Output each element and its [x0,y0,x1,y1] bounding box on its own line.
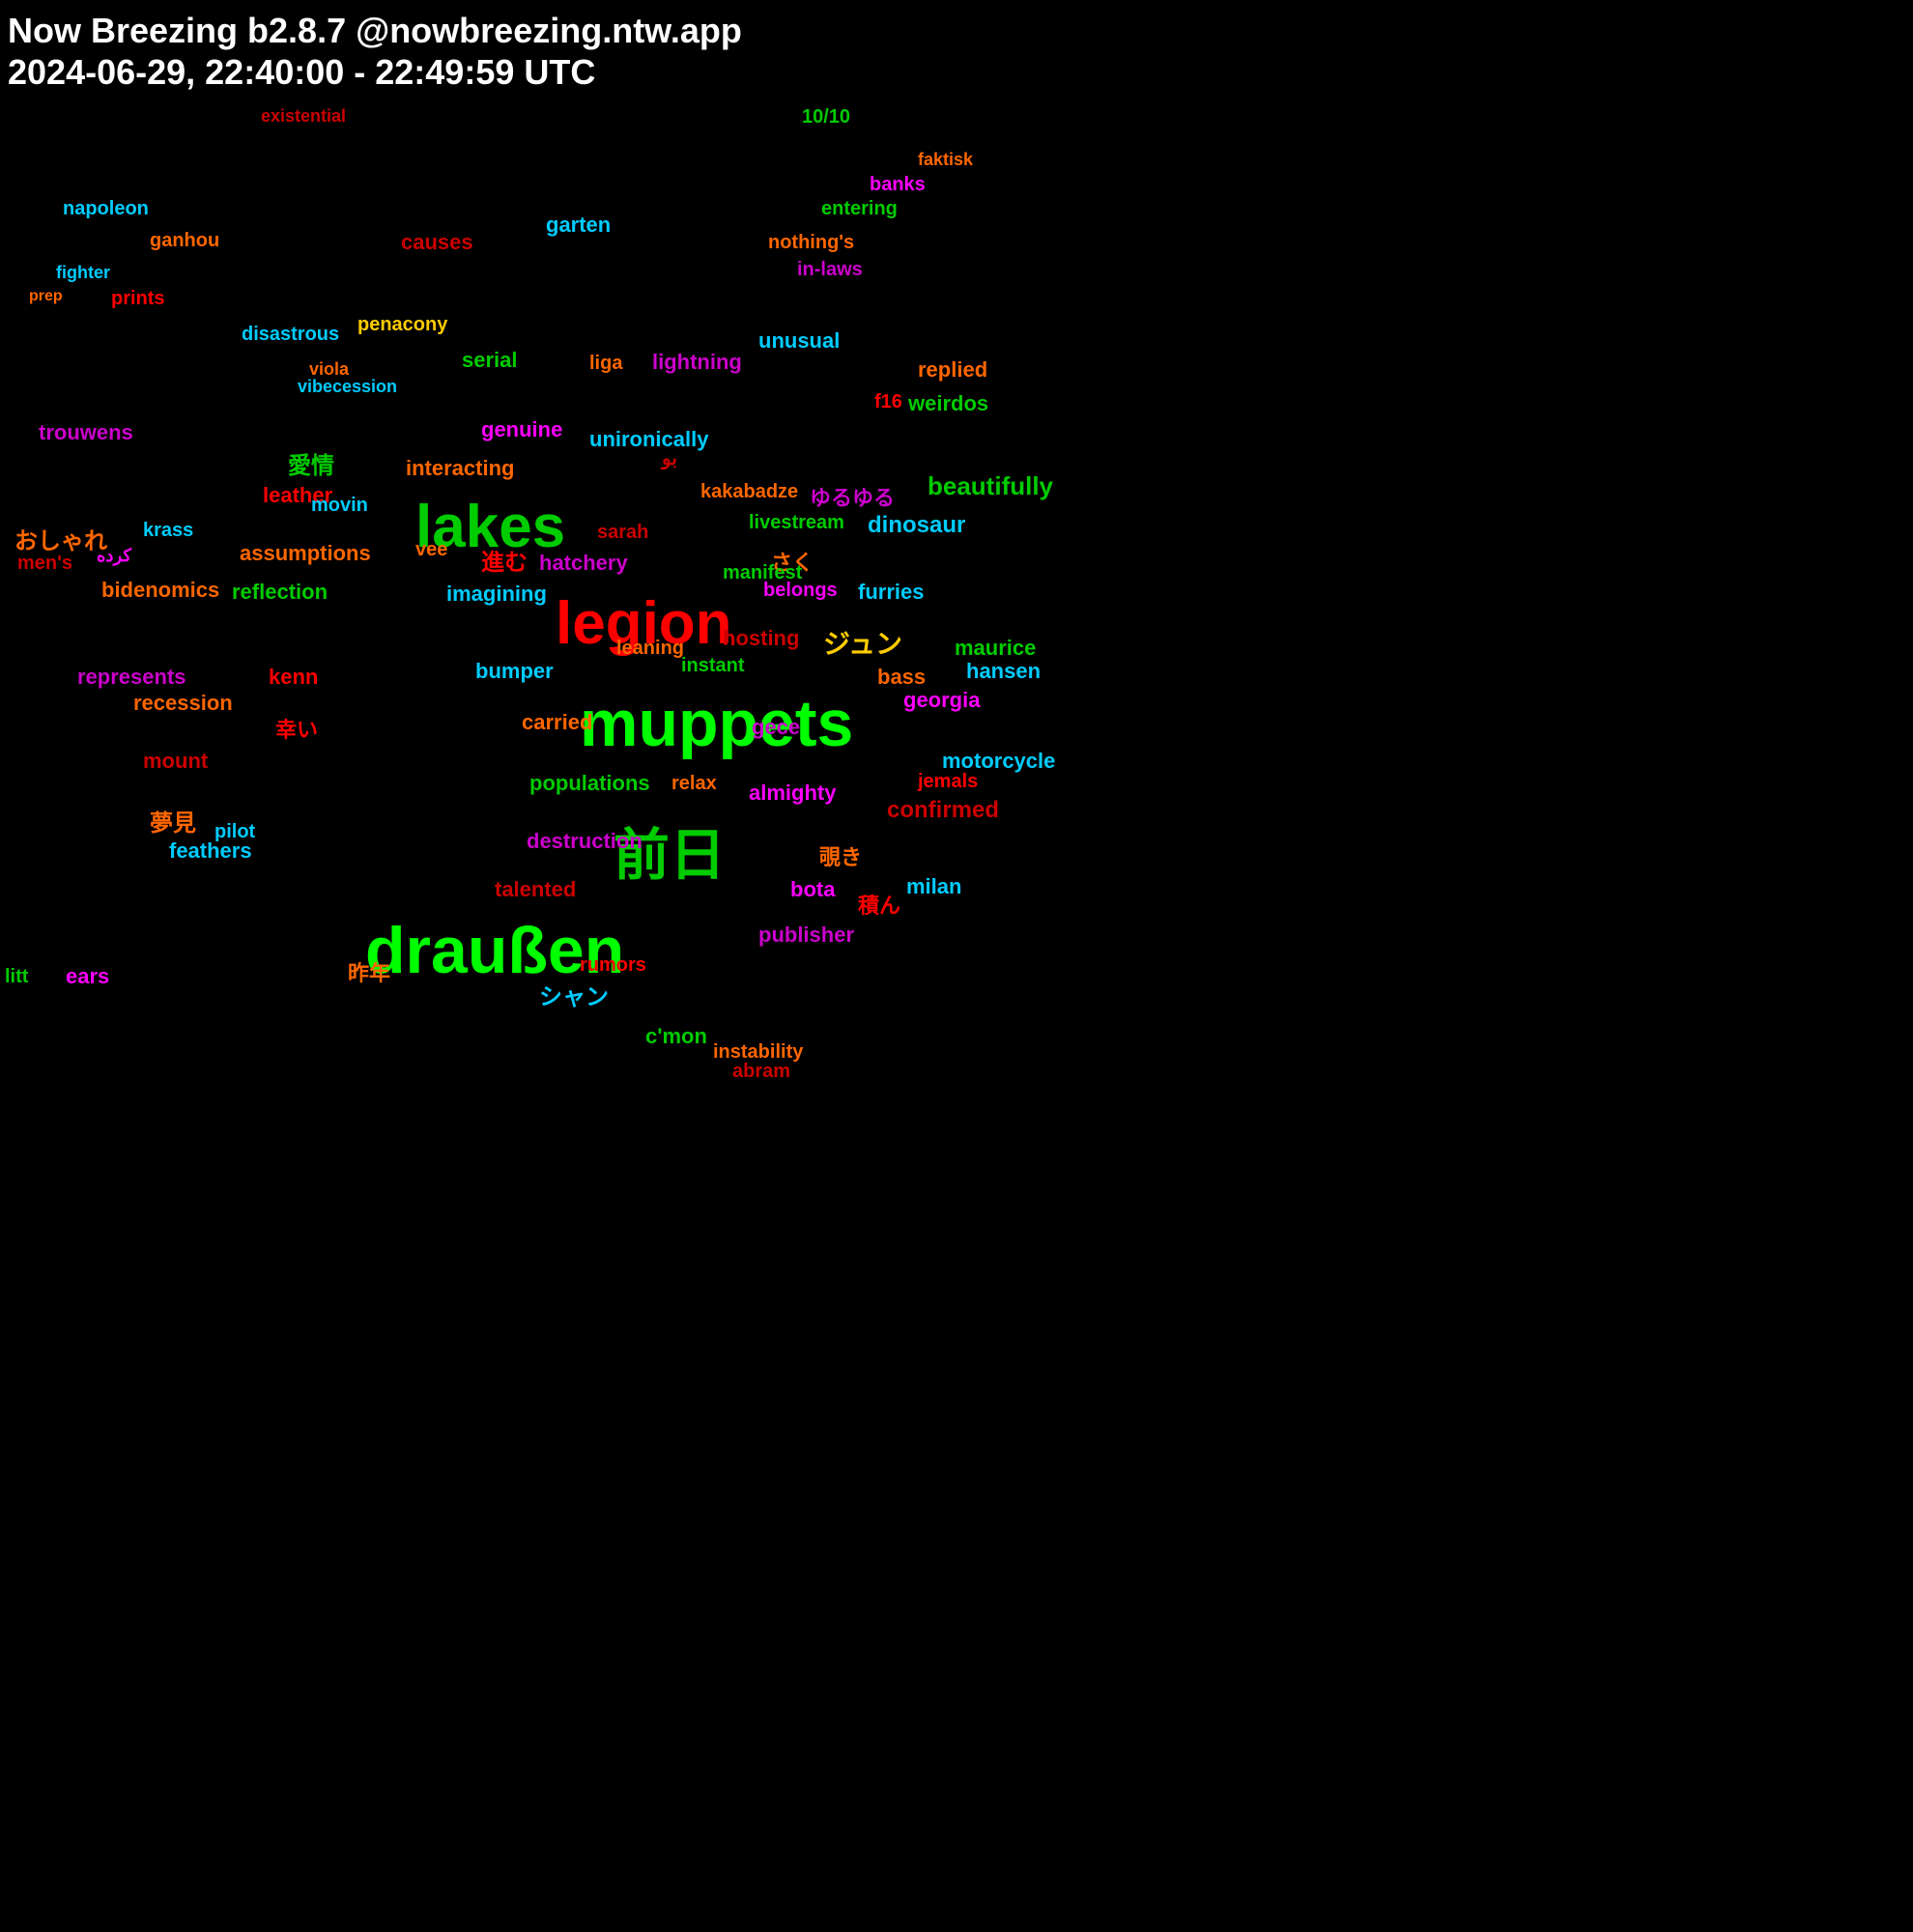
word-item: dinosaur [868,512,965,539]
word-item: sarah [597,522,648,544]
word-item: beautifully [928,471,1053,501]
word-item: gece [752,715,800,740]
word-item: leaning [616,638,684,660]
word-item: trouwens [39,420,133,445]
word-item: f16 [874,391,902,413]
word-item: vibecession [298,377,397,397]
word-item: populations [529,771,650,796]
word-item: lightning [652,350,742,375]
word-item: بو [662,446,677,470]
word-item: feathers [169,838,252,864]
word-item: ゆるゆる [810,481,895,512]
word-item: 愛情 [288,446,334,480]
word-item: c'mon [645,1024,707,1049]
word-item: entering [821,198,898,220]
word-item: napoleon [63,198,149,220]
word-item: destruction [527,829,642,854]
word-item: prep [29,288,63,305]
word-item: serial [462,348,518,373]
word-item: nothing's [768,232,854,254]
word-item: ジュン [823,623,902,662]
word-item: unironically [589,427,708,452]
word-item: كرده [97,546,131,566]
word-item: movin [311,495,368,517]
word-item: 幸い [275,713,318,744]
word-item: weirdos [908,391,988,416]
word-item: faktisk [918,150,973,170]
word-item: existential [261,106,346,127]
app-header: Now Breezing b2.8.7 @nowbreezing.ntw.app… [8,10,742,93]
word-item: confirmed [887,797,999,824]
word-item: furries [858,580,924,605]
word-item: ganhou [150,230,219,252]
word-item: garten [546,213,611,238]
word-item: milan [906,874,961,899]
word-item: carried [522,710,592,735]
word-item: シャン [539,978,609,1011]
word-item: georgia [903,688,980,713]
word-item: litt [5,966,28,988]
word-item: 夢見 [150,804,196,838]
word-item: kakabadze [700,481,798,503]
word-item: muppets [580,686,853,761]
word-item: 10/10 [802,106,850,128]
word-item: krass [143,520,193,542]
word-item: recession [133,691,233,716]
word-item: vee [415,539,447,561]
word-item: hatchery [539,551,628,576]
word-item: penacony [357,314,447,336]
word-item: unusual [758,328,840,354]
word-item: reflection [232,580,328,605]
word-item: bumper [475,659,554,684]
word-item: 進む [481,543,528,577]
word-item: kenn [269,665,318,690]
word-item: interacting [406,456,514,481]
word-item: abram [732,1061,790,1083]
word-item: hosting [723,626,799,651]
word-item: liga [589,353,622,375]
header-line1: Now Breezing b2.8.7 @nowbreezing.ntw.app [8,10,742,51]
word-item: imagining [446,582,547,607]
word-item: rumors [580,954,646,977]
word-item: hansen [966,659,1041,684]
word-item: bota [790,877,835,902]
word-item: おしゃれ [14,522,107,555]
word-item: mount [143,749,208,774]
word-item: relax [671,773,717,795]
word-item: ears [66,964,109,989]
word-item: genuine [481,417,562,442]
word-item: assumptions [240,541,371,566]
word-item: bass [877,665,926,690]
word-item: banks [870,174,926,196]
word-item: publisher [758,923,854,948]
word-item: in-laws [797,259,863,281]
word-item: belongs [763,580,838,602]
word-item: disastrous [242,324,339,346]
word-item: instant [681,655,745,677]
word-item: talented [495,877,576,902]
word-item: 昨年 [348,956,390,987]
word-item: fighter [56,263,110,283]
word-item: replied [918,357,987,383]
word-item: livestream [749,512,844,534]
word-item: 積ん [858,889,900,920]
word-item: 覗き [819,840,862,871]
word-item: jemals [918,771,978,793]
word-item: causes [401,230,473,255]
word-item: represents [77,665,186,690]
word-item: bidenomics [101,578,219,603]
header-line2: 2024-06-29, 22:40:00 - 22:49:59 UTC [8,51,742,93]
word-item: maurice [955,636,1036,661]
word-item: almighty [749,781,836,806]
word-item: prints [111,288,165,310]
word-item: men's [17,553,72,575]
